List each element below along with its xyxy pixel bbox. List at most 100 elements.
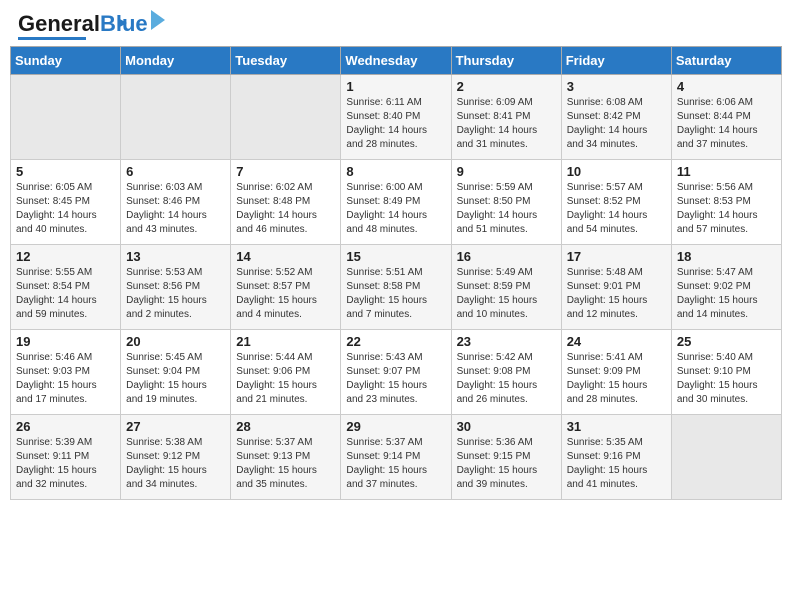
calendar-cell: 1 Sunrise: 6:11 AM Sunset: 8:40 PM Daylig… bbox=[341, 75, 451, 160]
calendar-cell: 18 Sunrise: 5:47 AM Sunset: 9:02 PM Dayli… bbox=[671, 245, 781, 330]
day-header-wednesday: Wednesday bbox=[341, 47, 451, 75]
day-number: 8 bbox=[346, 164, 445, 179]
calendar-cell: 25Sunrise: 5:40 AM Sunset: 9:10 PM Dayli… bbox=[671, 330, 781, 415]
logo-arrow-icon bbox=[151, 10, 165, 35]
calendar-table: SundayMondayTuesdayWednesdayThursdayFrid… bbox=[10, 46, 782, 500]
day-number: 29 bbox=[346, 419, 445, 434]
cell-info: Sunrise: 6:08 AM Sunset: 8:42 PM Dayligh… bbox=[567, 96, 666, 152]
calendar-cell: 16 Sunrise: 5:49 AM Sunset: 8:59 PM Dayli… bbox=[451, 245, 561, 330]
day-number: 19 bbox=[16, 334, 115, 349]
calendar-cell: 5Sunrise: 6:05 AM Sunset: 8:45 PM Daylig… bbox=[11, 160, 121, 245]
calendar-cell: 28Sunrise: 5:37 AM Sunset: 9:13 PM Dayli… bbox=[231, 415, 341, 500]
cell-info: Sunrise: 6:02 AM Sunset: 8:48 PM Dayligh… bbox=[236, 181, 335, 237]
cell-info: Sunrise: 5:36 AM Sunset: 9:15 PM Dayligh… bbox=[457, 436, 556, 492]
day-number: 15 bbox=[346, 249, 445, 264]
calendar-cell: 26 Sunrise: 5:39 AM Sunset: 9:11 PM Dayli… bbox=[11, 415, 121, 500]
calendar-week-row: 1 Sunrise: 6:11 AM Sunset: 8:40 PM Daylig… bbox=[11, 75, 782, 160]
day-number: 23 bbox=[457, 334, 556, 349]
cell-info: Sunrise: 6:11 AM Sunset: 8:40 PM Dayligh… bbox=[346, 96, 445, 152]
cell-info: Sunrise: 5:37 AM Sunset: 9:14 PM Dayligh… bbox=[346, 436, 445, 492]
calendar-week-row: 26 Sunrise: 5:39 AM Sunset: 9:11 PM Dayli… bbox=[11, 415, 782, 500]
calendar-cell: 22 Sunrise: 5:43 AM Sunset: 9:07 PM Dayli… bbox=[341, 330, 451, 415]
calendar-week-row: 5Sunrise: 6:05 AM Sunset: 8:45 PM Daylig… bbox=[11, 160, 782, 245]
cell-info: Sunrise: 5:35 AM Sunset: 9:16 PM Dayligh… bbox=[567, 436, 666, 492]
calendar-week-row: 19 Sunrise: 5:46 AM Sunset: 9:03 PM Dayli… bbox=[11, 330, 782, 415]
calendar-cell: 24 Sunrise: 5:41 AM Sunset: 9:09 PM Dayli… bbox=[561, 330, 671, 415]
cell-info: Sunrise: 6:09 AM Sunset: 8:41 PM Dayligh… bbox=[457, 96, 556, 152]
calendar-cell: 21Sunrise: 5:44 AM Sunset: 9:06 PM Dayli… bbox=[231, 330, 341, 415]
calendar-cell: 12Sunrise: 5:55 AM Sunset: 8:54 PM Dayli… bbox=[11, 245, 121, 330]
calendar-cell: 19 Sunrise: 5:46 AM Sunset: 9:03 PM Dayli… bbox=[11, 330, 121, 415]
day-number: 12 bbox=[16, 249, 115, 264]
day-header-monday: Monday bbox=[121, 47, 231, 75]
calendar-cell: 20 Sunrise: 5:45 AM Sunset: 9:04 PM Dayli… bbox=[121, 330, 231, 415]
calendar-cell: 8 Sunrise: 6:00 AM Sunset: 8:49 PM Daylig… bbox=[341, 160, 451, 245]
cell-info: Sunrise: 5:43 AM Sunset: 9:07 PM Dayligh… bbox=[346, 351, 445, 407]
day-number: 24 bbox=[567, 334, 666, 349]
day-number: 1 bbox=[346, 79, 445, 94]
day-number: 17 bbox=[567, 249, 666, 264]
day-header-tuesday: Tuesday bbox=[231, 47, 341, 75]
day-number: 10 bbox=[567, 164, 666, 179]
cell-info: Sunrise: 5:52 AM Sunset: 8:57 PM Dayligh… bbox=[236, 266, 335, 322]
day-number: 9 bbox=[457, 164, 556, 179]
day-number: 27 bbox=[126, 419, 225, 434]
day-number: 11 bbox=[677, 164, 776, 179]
logo-underline bbox=[18, 37, 86, 40]
day-number: 26 bbox=[16, 419, 115, 434]
day-number: 7 bbox=[236, 164, 335, 179]
day-number: 31 bbox=[567, 419, 666, 434]
cell-info: Sunrise: 5:41 AM Sunset: 9:09 PM Dayligh… bbox=[567, 351, 666, 407]
cell-info: Sunrise: 5:56 AM Sunset: 8:53 PM Dayligh… bbox=[677, 181, 776, 237]
day-number: 5 bbox=[16, 164, 115, 179]
cell-info: Sunrise: 5:49 AM Sunset: 8:59 PM Dayligh… bbox=[457, 266, 556, 322]
cell-info: Sunrise: 6:00 AM Sunset: 8:49 PM Dayligh… bbox=[346, 181, 445, 237]
cell-info: Sunrise: 5:46 AM Sunset: 9:03 PM Dayligh… bbox=[16, 351, 115, 407]
cell-info: Sunrise: 5:37 AM Sunset: 9:13 PM Dayligh… bbox=[236, 436, 335, 492]
day-number: 22 bbox=[346, 334, 445, 349]
cell-info: Sunrise: 5:39 AM Sunset: 9:11 PM Dayligh… bbox=[16, 436, 115, 492]
calendar-cell: 9 Sunrise: 5:59 AM Sunset: 8:50 PM Daylig… bbox=[451, 160, 561, 245]
cell-info: Sunrise: 5:40 AM Sunset: 9:10 PM Dayligh… bbox=[677, 351, 776, 407]
cell-info: Sunrise: 5:59 AM Sunset: 8:50 PM Dayligh… bbox=[457, 181, 556, 237]
day-header-saturday: Saturday bbox=[671, 47, 781, 75]
day-number: 30 bbox=[457, 419, 556, 434]
calendar-cell bbox=[671, 415, 781, 500]
calendar-cell: 29 Sunrise: 5:37 AM Sunset: 9:14 PM Dayli… bbox=[341, 415, 451, 500]
day-header-thursday: Thursday bbox=[451, 47, 561, 75]
cell-info: Sunrise: 5:53 AM Sunset: 8:56 PM Dayligh… bbox=[126, 266, 225, 322]
calendar-cell: 15 Sunrise: 5:51 AM Sunset: 8:58 PM Dayli… bbox=[341, 245, 451, 330]
calendar-week-row: 12Sunrise: 5:55 AM Sunset: 8:54 PM Dayli… bbox=[11, 245, 782, 330]
calendar-cell: 2 Sunrise: 6:09 AM Sunset: 8:41 PM Daylig… bbox=[451, 75, 561, 160]
day-number: 20 bbox=[126, 334, 225, 349]
day-number: 13 bbox=[126, 249, 225, 264]
calendar-cell: 31 Sunrise: 5:35 AM Sunset: 9:16 PM Dayli… bbox=[561, 415, 671, 500]
cell-info: Sunrise: 5:44 AM Sunset: 9:06 PM Dayligh… bbox=[236, 351, 335, 407]
cell-info: Sunrise: 5:47 AM Sunset: 9:02 PM Dayligh… bbox=[677, 266, 776, 322]
calendar-cell: 11 Sunrise: 5:56 AM Sunset: 8:53 PM Dayli… bbox=[671, 160, 781, 245]
day-number: 16 bbox=[457, 249, 556, 264]
cell-info: Sunrise: 5:57 AM Sunset: 8:52 PM Dayligh… bbox=[567, 181, 666, 237]
cell-info: Sunrise: 6:03 AM Sunset: 8:46 PM Dayligh… bbox=[126, 181, 225, 237]
cell-info: Sunrise: 5:38 AM Sunset: 9:12 PM Dayligh… bbox=[126, 436, 225, 492]
day-header-sunday: Sunday bbox=[11, 47, 121, 75]
calendar-cell: 7 Sunrise: 6:02 AM Sunset: 8:48 PM Daylig… bbox=[231, 160, 341, 245]
logo: GeneralBlue bbox=[18, 12, 165, 40]
calendar-cell bbox=[121, 75, 231, 160]
day-number: 2 bbox=[457, 79, 556, 94]
cell-info: Sunrise: 5:45 AM Sunset: 9:04 PM Dayligh… bbox=[126, 351, 225, 407]
calendar-cell: 13 Sunrise: 5:53 AM Sunset: 8:56 PM Dayli… bbox=[121, 245, 231, 330]
calendar-cell bbox=[11, 75, 121, 160]
calendar-cell: 10 Sunrise: 5:57 AM Sunset: 8:52 PM Dayli… bbox=[561, 160, 671, 245]
day-number: 14 bbox=[236, 249, 335, 264]
logo-text: GeneralBlue bbox=[18, 13, 148, 35]
cell-info: Sunrise: 5:42 AM Sunset: 9:08 PM Dayligh… bbox=[457, 351, 556, 407]
day-number: 18 bbox=[677, 249, 776, 264]
calendar-cell: 6Sunrise: 6:03 AM Sunset: 8:46 PM Daylig… bbox=[121, 160, 231, 245]
day-number: 4 bbox=[677, 79, 776, 94]
cell-info: Sunrise: 5:51 AM Sunset: 8:58 PM Dayligh… bbox=[346, 266, 445, 322]
calendar-cell: 30 Sunrise: 5:36 AM Sunset: 9:15 PM Dayli… bbox=[451, 415, 561, 500]
calendar-cell: 27 Sunrise: 5:38 AM Sunset: 9:12 PM Dayli… bbox=[121, 415, 231, 500]
calendar-header-row: SundayMondayTuesdayWednesdayThursdayFrid… bbox=[11, 47, 782, 75]
calendar-wrapper: SundayMondayTuesdayWednesdayThursdayFrid… bbox=[0, 46, 792, 510]
